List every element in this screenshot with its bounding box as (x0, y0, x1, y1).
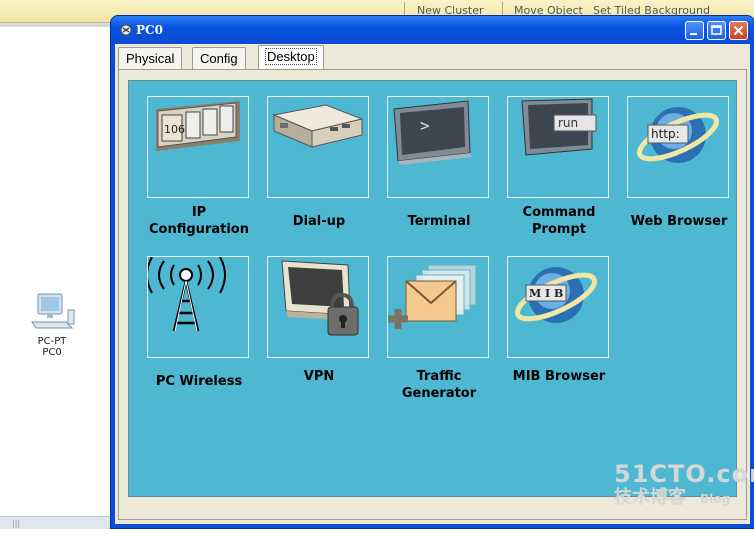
traffic-generator-icon (388, 264, 477, 329)
app-icon-frame[interactable] (147, 256, 249, 358)
close-icon (733, 25, 744, 36)
http-label-glyph: http: (651, 127, 680, 141)
close-button[interactable] (729, 21, 748, 40)
app-label-line2: Generator (401, 386, 477, 401)
workspace-strip (0, 23, 112, 27)
window-title: PC0 (136, 23, 163, 37)
desktop-area: 106 IP Configuration Dial-up > Terminal … (128, 80, 737, 497)
app-terminal[interactable]: > Terminal (387, 96, 491, 230)
command-prompt-icon: run (521, 98, 597, 156)
terminal-prompt-glyph: > (420, 116, 430, 135)
app-icon-frame[interactable] (267, 96, 369, 198)
tab-config[interactable]: Config (192, 47, 246, 69)
maximize-button[interactable] (707, 21, 726, 40)
app-web-browser[interactable]: http: Web Browser (627, 96, 731, 230)
app-traffic-generator[interactable]: Traffic Generator (387, 256, 491, 402)
app-label: MIB Browser (512, 369, 606, 384)
window-titlebar[interactable]: PC0 (111, 16, 754, 44)
minimize-button[interactable] (685, 21, 704, 40)
app-icon-frame[interactable]: 106 (147, 96, 249, 198)
mib-browser-icon: M I B (514, 267, 598, 323)
app-label-line1: IP (191, 205, 207, 220)
app-label: Dial-up (292, 214, 346, 229)
app-icon-frame[interactable]: run (507, 96, 609, 198)
mib-label-glyph: M I B (529, 287, 563, 300)
wireless-antenna-icon (148, 257, 226, 332)
watermark-line1: 51CTO.com (614, 460, 754, 488)
app-label: IP Configuration (147, 204, 251, 238)
tab-physical-label: Physical (126, 51, 175, 66)
app-icon-frame[interactable] (387, 256, 489, 358)
vpn-lock-icon (281, 260, 359, 336)
watermark-chinese-text: 技术博客 (614, 487, 686, 508)
app-icon-frame[interactable]: M I B (507, 256, 609, 358)
ip-icon-number: 106 (164, 123, 185, 136)
desktop-tab-panel: 106 IP Configuration Dial-up > Terminal … (118, 69, 747, 520)
packet-tracer-app-icon (120, 24, 132, 36)
app-label: Terminal (407, 214, 471, 229)
tab-desktop[interactable]: Desktop (258, 45, 324, 69)
pc0-window: PC0 Physical Config Desktop 106 IP Confi… (111, 16, 754, 528)
app-dial-up[interactable]: Dial-up (267, 96, 371, 230)
dial-up-modem-icon (272, 104, 364, 148)
app-icon-frame[interactable] (267, 256, 369, 358)
app-label: Traffic Generator (387, 368, 491, 402)
app-label: Command Prompt (507, 204, 611, 238)
app-label-line1: Traffic (416, 369, 462, 384)
tab-desktop-label: Desktop (265, 48, 317, 65)
app-icon-frame[interactable]: http: (627, 96, 729, 198)
minimize-icon (690, 33, 697, 35)
pc-device-node[interactable]: PC-PT PC0 (28, 292, 76, 358)
app-label-line2: Prompt (532, 222, 586, 237)
app-label-line1: Command (522, 205, 596, 220)
window-client-area: Physical Config Desktop 106 IP Configura… (115, 44, 750, 524)
device-name-label: PC0 (42, 347, 62, 358)
tab-physical[interactable]: Physical (118, 47, 183, 69)
app-label: Web Browser (630, 214, 728, 229)
app-command-prompt[interactable]: run Command Prompt (507, 96, 611, 238)
app-label: VPN (303, 369, 335, 384)
app-vpn[interactable]: VPN (267, 256, 371, 385)
scrollbar-grip-icon[interactable]: ||| (12, 519, 20, 528)
app-mib-browser[interactable]: M I B MIB Browser (507, 256, 611, 385)
watermark-blog-text: Blog (700, 492, 731, 506)
app-label: PC Wireless (155, 374, 243, 389)
web-browser-icon: http: (636, 107, 720, 163)
run-label-glyph: run (558, 116, 578, 130)
ip-configuration-icon: 106 (156, 101, 240, 151)
app-icon-frame[interactable]: > (387, 96, 489, 198)
device-type-label: PC-PT (37, 336, 67, 347)
terminal-icon: > (393, 100, 472, 165)
site-watermark: 51CTO.com 技术博客 Blog (614, 462, 754, 511)
workspace-scrollbar[interactable]: ||| (0, 516, 112, 529)
app-pc-wireless[interactable]: PC Wireless (147, 256, 251, 390)
tab-config-label: Config (200, 51, 238, 66)
pc-device-icon (31, 293, 75, 329)
watermark-line2: 技术博客 Blog (614, 486, 754, 511)
maximize-icon (711, 25, 722, 35)
app-label-line2: Configuration (149, 222, 249, 237)
app-ip-configuration[interactable]: 106 IP Configuration (147, 96, 251, 238)
